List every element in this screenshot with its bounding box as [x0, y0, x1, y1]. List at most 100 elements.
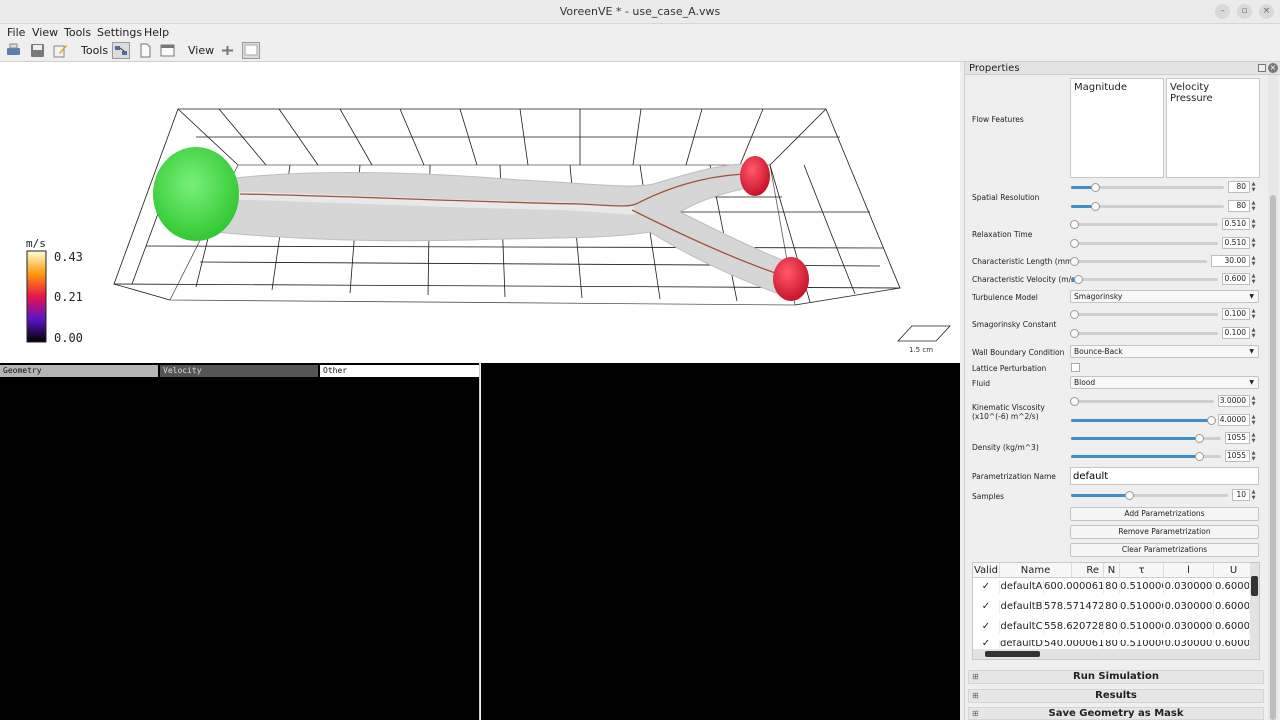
column-header-name[interactable]: Name — [1000, 563, 1072, 578]
relaxation-time-slider-a[interactable] — [1069, 220, 1218, 229]
spin-arrows-icon[interactable]: ▲ ▼ — [1250, 450, 1257, 462]
kinematic-viscosity-slider-b[interactable] — [1071, 416, 1217, 425]
spatial-resolution-spin-b[interactable]: 80 — [1228, 200, 1250, 212]
turbulence-model-select[interactable]: Smagorinsky ▼ — [1070, 290, 1259, 303]
spin-arrows-icon[interactable]: ▲ ▼ — [1250, 395, 1257, 407]
characteristic-length-spin[interactable]: 30.00 — [1211, 255, 1250, 267]
relaxation-time-spin-b[interactable]: 0.510 — [1222, 237, 1250, 249]
edit-icon[interactable] — [53, 43, 68, 58]
density-spin-a[interactable]: 1055 — [1225, 432, 1250, 444]
menu-settings[interactable]: Settings — [97, 26, 142, 39]
scrollbar-thumb[interactable] — [1251, 576, 1258, 596]
column-header-n[interactable]: N — [1104, 563, 1120, 578]
density-slider-a[interactable] — [1071, 434, 1221, 443]
samples-slider[interactable] — [1071, 491, 1228, 500]
table-cell: ✓ — [973, 620, 1000, 634]
smagorinsky-constant-spin-a[interactable]: 0.100 — [1222, 308, 1250, 320]
tab-velocity[interactable]: Velocity — [160, 365, 318, 377]
view-tabs: Geometry Velocity Other — [0, 365, 480, 377]
kinematic-viscosity-spin-a[interactable]: 3.0000 — [1218, 395, 1250, 407]
tab-other[interactable]: Other — [320, 365, 479, 377]
spin-arrows-icon[interactable]: ▲ ▼ — [1250, 200, 1257, 212]
spin-arrows-icon[interactable]: ▲ ▼ — [1250, 432, 1257, 444]
column-header-l[interactable]: l — [1164, 563, 1214, 578]
scrollbar-thumb[interactable] — [1270, 195, 1276, 720]
split-view-icon[interactable] — [220, 43, 235, 58]
flow-features-list-b[interactable]: Velocity Pressure — [1166, 78, 1260, 178]
characteristic-velocity-spin[interactable]: 0.600 — [1222, 273, 1250, 285]
column-header-u[interactable]: U — [1214, 563, 1254, 578]
relaxation-time-slider-b[interactable] — [1069, 239, 1218, 248]
spatial-resolution-spin-a[interactable]: 80 — [1228, 181, 1250, 193]
results-section[interactable]: ⊞ Results — [968, 689, 1264, 703]
wall-boundary-select[interactable]: Bounce-Back ▼ — [1070, 345, 1259, 358]
spatial-resolution-slider-a[interactable] — [1071, 183, 1224, 192]
characteristic-velocity-slider[interactable] — [1071, 275, 1218, 284]
vessel-rendering — [26, 108, 951, 343]
add-parametrizations-button[interactable]: Add Parametrizations — [1070, 507, 1259, 521]
column-header-tau[interactable]: τ — [1120, 563, 1164, 578]
characteristic-length-slider[interactable] — [1069, 257, 1207, 266]
scrollbar-thumb[interactable] — [985, 651, 1040, 657]
slice-view-right[interactable] — [481, 363, 960, 720]
column-header-re[interactable]: Re — [1072, 563, 1104, 578]
menu-view[interactable]: View — [32, 26, 58, 39]
density-slider-b[interactable] — [1071, 452, 1221, 461]
kinematic-viscosity-slider-a[interactable] — [1069, 397, 1214, 406]
clear-parametrizations-button[interactable]: Clear Parametrizations — [1070, 543, 1259, 557]
render-viewport[interactable]: m/s 0.43 0.21 0.00 1.5 cm — [0, 62, 960, 363]
document-icon[interactable] — [138, 43, 153, 58]
relaxation-time-spin-a[interactable]: 0.510 — [1222, 218, 1250, 230]
kinematic-viscosity-spin-b[interactable]: 4.0000 — [1218, 414, 1250, 426]
print-icon[interactable] — [6, 43, 21, 58]
smagorinsky-constant-spin-b[interactable]: 0.100 — [1222, 327, 1250, 339]
run-simulation-section[interactable]: ⊞ Run Simulation — [968, 670, 1264, 684]
lattice-perturbation-checkbox[interactable] — [1071, 363, 1080, 372]
tab-geometry[interactable]: Geometry — [0, 365, 158, 377]
save-geometry-section[interactable]: ⊞ Save Geometry as Mask — [968, 707, 1264, 720]
table-cell: 80 — [1104, 580, 1120, 594]
spin-arrows-icon[interactable]: ▲ ▼ — [1250, 255, 1257, 267]
lattice-perturbation-label: Lattice Perturbation — [972, 364, 1047, 373]
spin-arrows-icon[interactable]: ▲ ▼ — [1250, 414, 1257, 426]
spin-arrows-icon[interactable]: ▲ ▼ — [1250, 327, 1257, 339]
slice-view-left[interactable]: Geometry Velocity Other — [0, 363, 480, 720]
remove-parametrization-button[interactable]: Remove Parametrization — [1070, 525, 1259, 539]
minimize-icon[interactable]: – — [1215, 4, 1230, 19]
flow-features-list-a[interactable]: Magnitude — [1070, 78, 1164, 178]
list-item[interactable]: Magnitude — [1074, 82, 1160, 93]
panel-close-icon[interactable]: × — [1268, 63, 1278, 73]
network-editor-icon[interactable] — [112, 42, 130, 59]
parametrization-table[interactable]: Valid Name Re N τ l U ✓ defaultA 600.000… — [972, 562, 1260, 660]
density-spin-b[interactable]: 1055 — [1225, 450, 1250, 462]
spin-arrows-icon[interactable]: ▲ ▼ — [1250, 489, 1257, 501]
expand-icon: ⊞ — [972, 709, 979, 718]
save-icon[interactable] — [30, 43, 45, 58]
list-item[interactable]: Pressure — [1170, 93, 1256, 104]
table-vertical-scrollbar[interactable] — [1250, 563, 1259, 649]
smagorinsky-constant-slider-a[interactable] — [1069, 310, 1218, 319]
canvas-view-icon[interactable] — [242, 42, 260, 59]
parametrization-name-input[interactable] — [1070, 467, 1259, 485]
spin-arrows-icon[interactable]: ▲ ▼ — [1250, 273, 1257, 285]
menu-tools[interactable]: Tools — [64, 26, 91, 39]
list-item[interactable]: Velocity — [1170, 82, 1256, 93]
column-header-valid[interactable]: Valid — [973, 563, 1000, 578]
spin-arrows-icon[interactable]: ▲ ▼ — [1250, 181, 1257, 193]
menu-help[interactable]: Help — [144, 26, 169, 39]
panel-float-icon[interactable] — [1258, 64, 1266, 72]
spatial-resolution-slider-b[interactable] — [1071, 202, 1224, 211]
fluid-select[interactable]: Blood ▼ — [1070, 376, 1259, 389]
close-icon[interactable]: × — [1259, 4, 1274, 19]
spin-arrows-icon[interactable]: ▲ ▼ — [1250, 237, 1257, 249]
smagorinsky-constant-slider-b[interactable] — [1069, 329, 1218, 338]
properties-scrollbar[interactable] — [1268, 75, 1278, 720]
window-icon[interactable] — [160, 43, 175, 58]
table-horizontal-scrollbar[interactable] — [973, 649, 1259, 659]
samples-spin[interactable]: 10 — [1232, 489, 1250, 501]
spin-arrows-icon[interactable]: ▲ ▼ — [1250, 218, 1257, 230]
spin-arrows-icon[interactable]: ▲ ▼ — [1250, 308, 1257, 320]
maximize-icon[interactable]: ▫ — [1237, 4, 1252, 19]
menu-file[interactable]: File — [7, 26, 25, 39]
scale-label: 1.5 cm — [909, 346, 934, 354]
